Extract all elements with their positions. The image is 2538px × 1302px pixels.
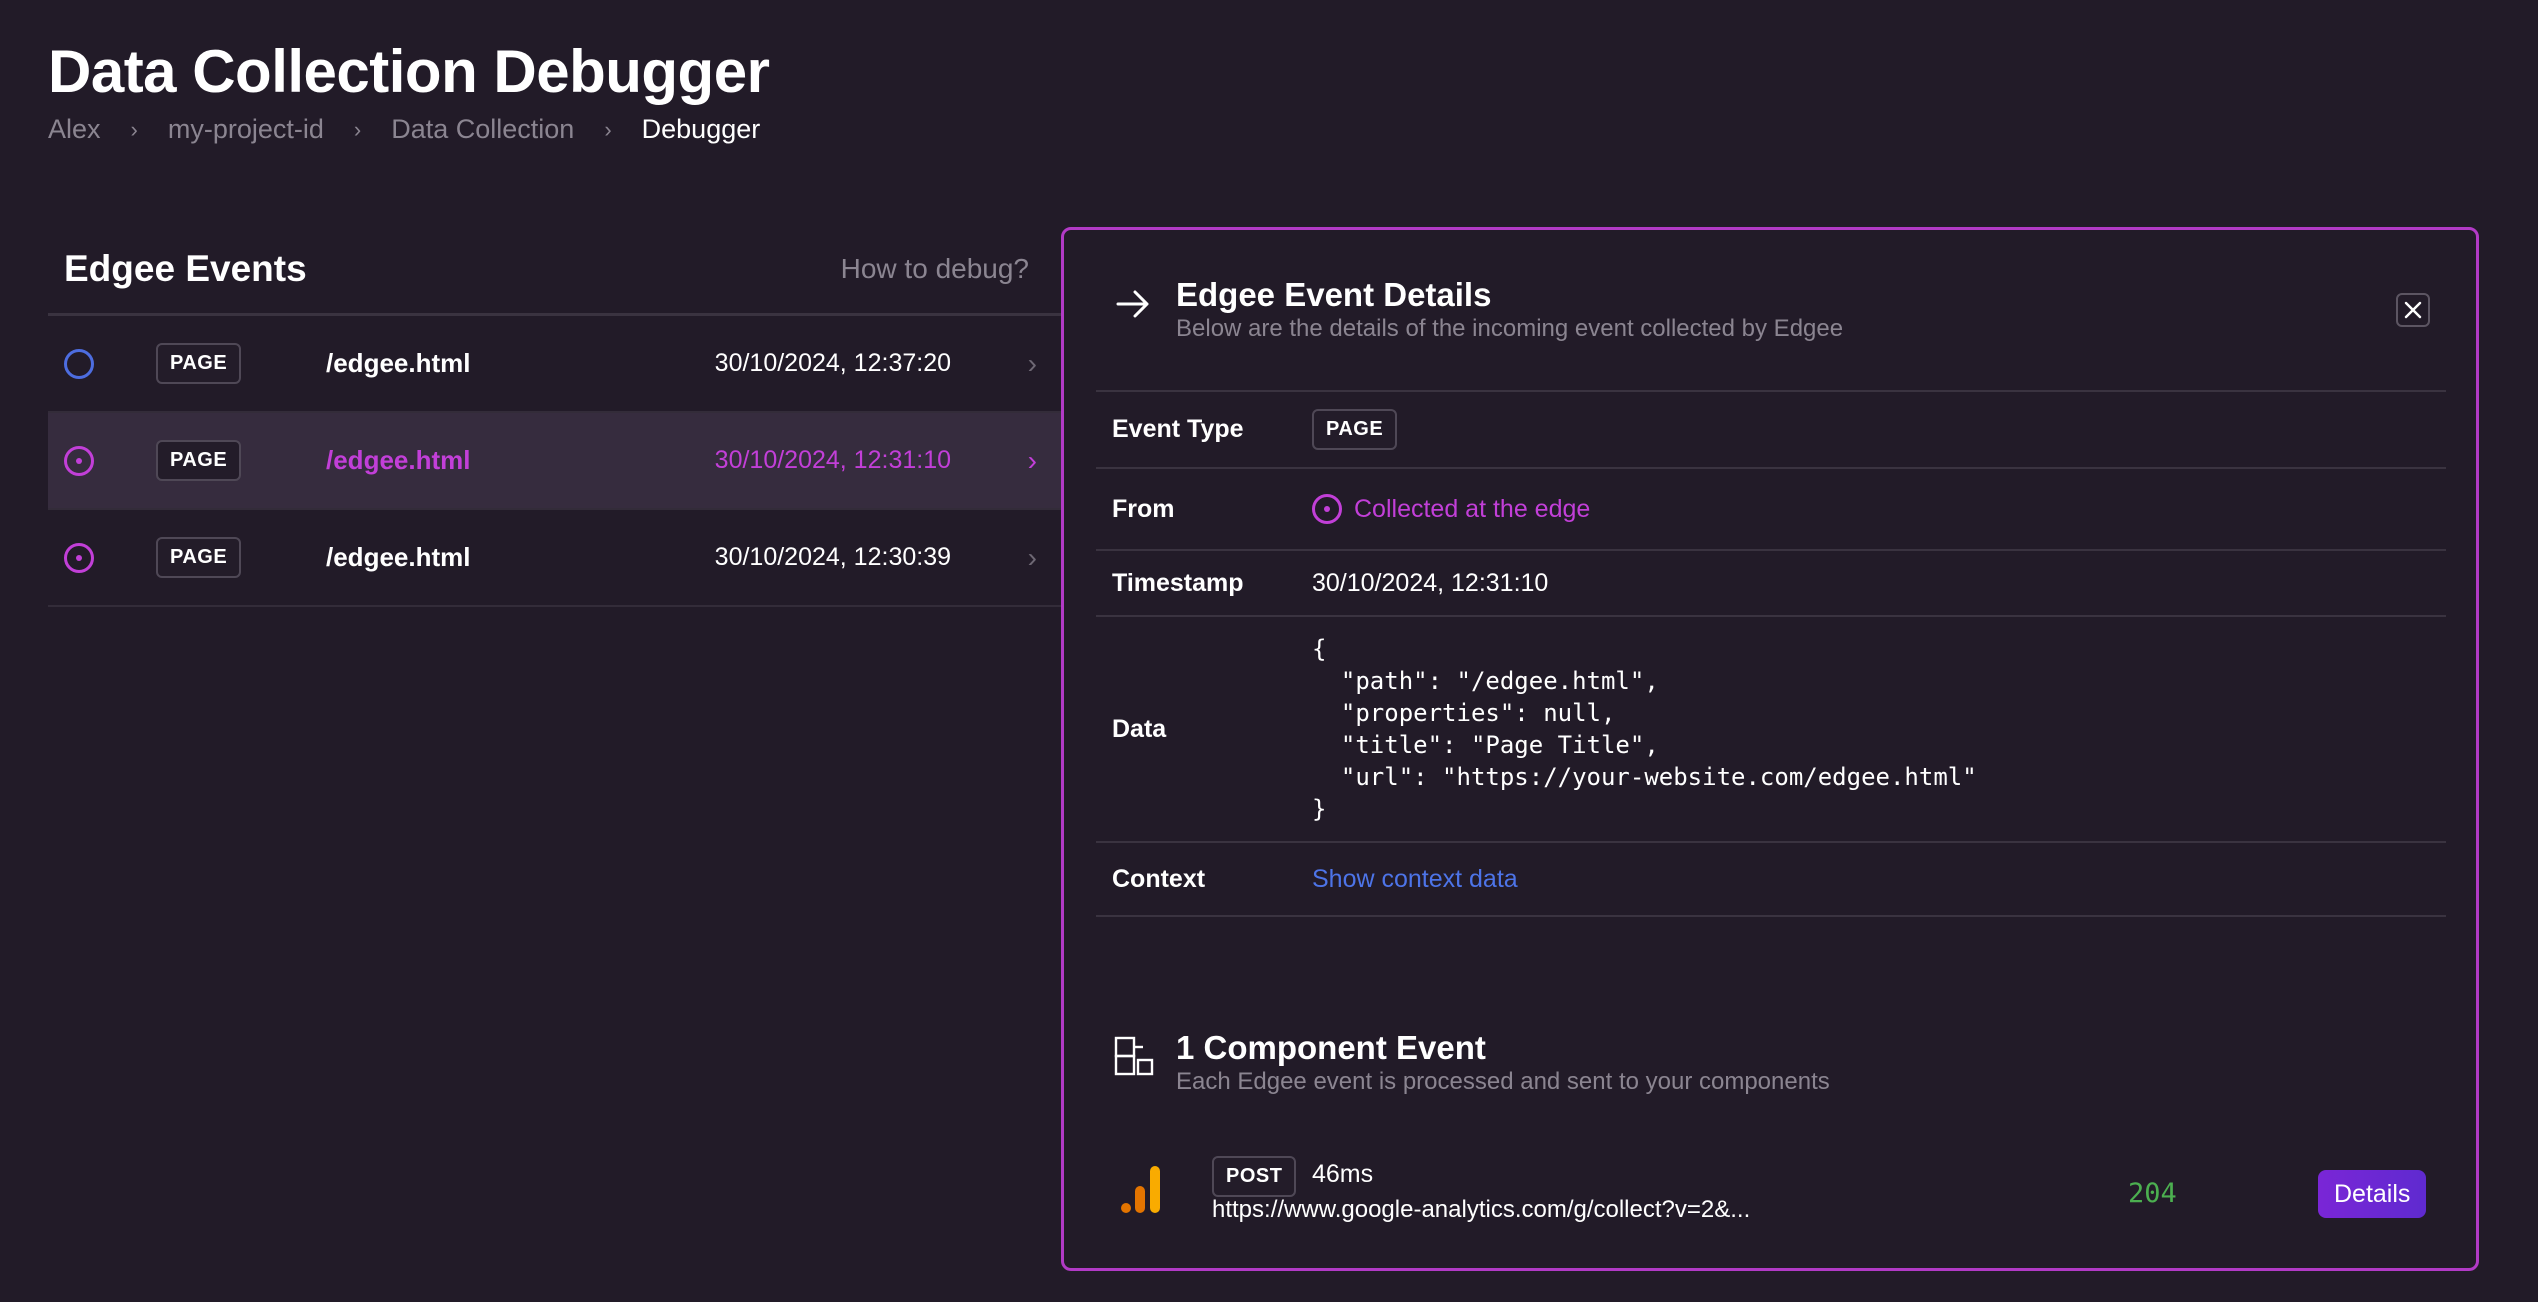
breadcrumb: Alex › my-project-id › Data Collection ›… [48, 114, 769, 145]
edge-dot-icon [64, 445, 94, 476]
detail-row-event-type: Event Type PAGE [1096, 392, 2446, 469]
event-row[interactable]: PAGE /edgee.html 30/10/2024, 12:30:39 › [48, 510, 1061, 607]
event-type-label: Event Type [1112, 415, 1244, 443]
components-icon [1114, 1036, 1154, 1076]
details-title: Edgee Event Details [1176, 276, 1492, 313]
events-header: Edgee Events How to debug? [48, 225, 1061, 316]
chevron-right-icon: › [1027, 347, 1037, 379]
edge-dot-icon [1312, 494, 1342, 524]
http-method-badge: POST [1212, 1156, 1297, 1197]
detail-row-context: Context Show context data [1096, 843, 2446, 917]
context-label: Context [1112, 864, 1206, 893]
event-row[interactable]: PAGE /edgee.html 30/10/2024, 12:37:20 › [48, 316, 1061, 413]
chevron-right-icon: › [130, 116, 138, 142]
show-context-link[interactable]: Show context data [1312, 865, 1518, 894]
timestamp-label: Timestamp [1112, 568, 1244, 597]
details-subtitle: Below are the details of the incoming ev… [1176, 315, 1844, 342]
google-analytics-icon [1121, 1166, 1160, 1213]
chevron-right-icon: › [353, 116, 362, 142]
events-title: Edgee Events [64, 248, 307, 289]
detail-row-timestamp: Timestamp 30/10/2024, 12:31:10 [1096, 551, 2446, 617]
breadcrumb-item-user[interactable]: Alex [48, 114, 101, 145]
event-type-badge: PAGE [156, 440, 242, 481]
request-duration: 46ms [1312, 1160, 1374, 1188]
event-path: /edgee.html [326, 445, 471, 475]
chevron-right-icon: › [604, 116, 612, 142]
component-events-header: 1 Component Event Each Edgee event is pr… [1114, 1028, 1830, 1096]
close-button[interactable] [2396, 293, 2430, 327]
chevron-right-icon: › [1027, 444, 1037, 476]
from-label: From [1112, 494, 1175, 523]
detail-row-from: From Collected at the edge [1096, 469, 2446, 551]
event-timestamp: 30/10/2024, 12:37:20 [714, 349, 951, 377]
from-text: Collected at the edge [1354, 494, 1591, 523]
data-label: Data [1112, 714, 1167, 743]
event-type-badge: PAGE [156, 343, 242, 384]
how-to-debug-link[interactable]: How to debug? [841, 253, 1029, 285]
detail-row-data: Data { "path": "/edgee.html", "propertie… [1096, 617, 2446, 843]
edge-dot-icon [64, 542, 94, 573]
chevron-right-icon: › [1027, 541, 1037, 573]
component-event-row: POST 46ms https://www.google-analytics.c… [1120, 1156, 2427, 1226]
response-status: 204 [2128, 1178, 2177, 1209]
page-title: Data Collection Debugger [48, 38, 770, 105]
event-type-badge: PAGE [156, 537, 242, 578]
breadcrumb-item-section[interactable]: Data Collection [391, 114, 574, 145]
details-header: Edgee Event Details Below are the detail… [1114, 275, 1843, 343]
arrow-right-icon [1116, 290, 1149, 318]
data-json: { "path": "/edgee.html", "properties": n… [1312, 635, 1977, 823]
event-timestamp: 30/10/2024, 12:30:39 [714, 543, 951, 571]
event-path: /edgee.html [326, 542, 471, 572]
events-panel: Edgee Events How to debug? PAGE /edgee.h… [48, 225, 1061, 607]
details-button[interactable]: Details [2318, 1170, 2427, 1218]
request-url: https://www.google-analytics.com/g/colle… [1212, 1196, 1751, 1223]
event-type-badge: PAGE [1312, 409, 1398, 450]
event-detail-table: Event Type PAGE From Collected at the ed… [1096, 390, 2446, 917]
event-timestamp: 30/10/2024, 12:31:10 [714, 446, 951, 474]
timestamp-value: 30/10/2024, 12:31:10 [1312, 568, 1549, 597]
component-events-subtitle: Each Edgee event is processed and sent t… [1176, 1068, 1830, 1095]
page-header: Data Collection Debugger Alex › my-proje… [48, 30, 770, 145]
component-events-title: 1 Component Event [1176, 1029, 1486, 1066]
circle-outline-icon [64, 348, 94, 379]
from-value: Collected at the edge [1312, 494, 1590, 524]
close-icon [2404, 301, 2422, 319]
breadcrumb-item-project[interactable]: my-project-id [168, 114, 324, 145]
event-path: /edgee.html [326, 348, 471, 378]
event-row-selected[interactable]: PAGE /edgee.html 30/10/2024, 12:31:10 › [48, 413, 1061, 510]
event-details-panel: Edgee Event Details Below are the detail… [1061, 227, 2479, 1271]
breadcrumb-item-current: Debugger [641, 114, 761, 144]
